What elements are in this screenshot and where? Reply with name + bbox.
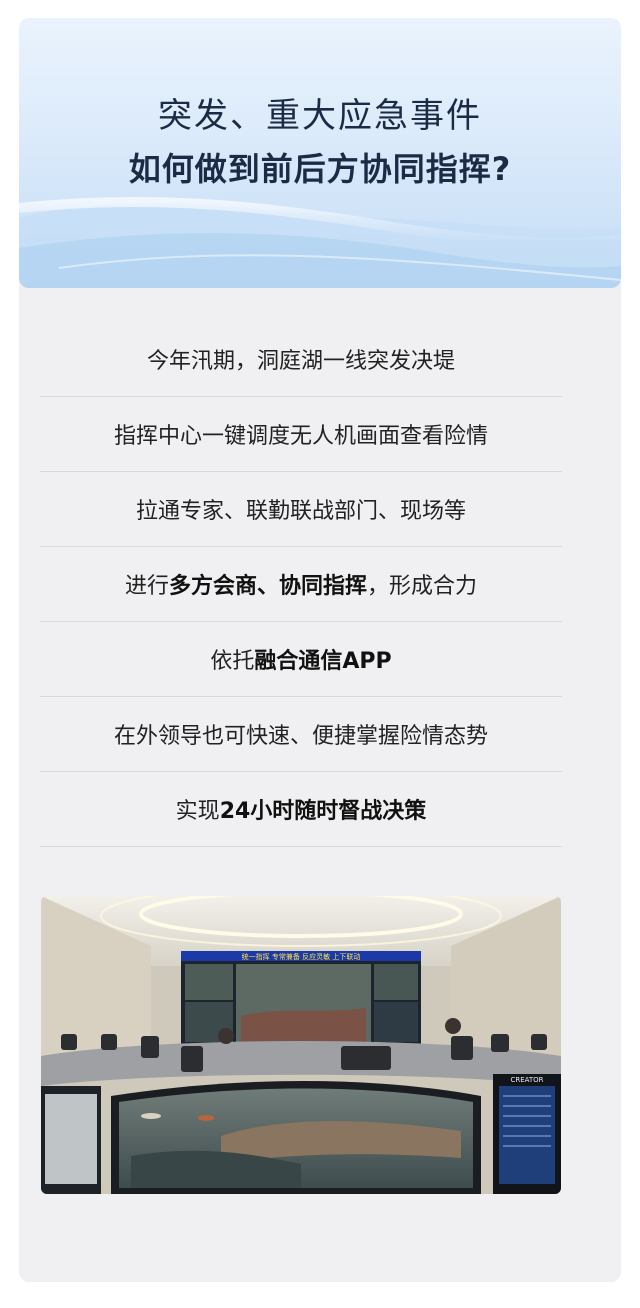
description-list: 今年汛期，洞庭湖一线突发决堤指挥中心一键调度无人机画面查看险情 拉通专家、联勤联战… [40,322,562,847]
header-title-line1: 突发、重大应急事件 [158,96,482,136]
list-item: 依托 融合通信APP [40,622,562,697]
list-item-emphasis: 24小时随时督战决策 [219,799,427,824]
list-item: 实现 24小时随时督战决策 [40,772,562,847]
list-item-emphasis: 融合通信APP [254,649,392,674]
list-item: 今年汛期，洞庭湖一线突发决堤 [40,322,562,397]
list-item-text: 今年汛期，洞庭湖一线突发决堤 [146,349,455,374]
list-item-text: ，形成合力 [367,574,478,599]
list-item-text: 进行 [124,574,169,599]
wall-banner-text: 统一指挥 专常兼备 反应灵敏 上下联动 [242,952,361,961]
list-item-text: 指挥中心一键调度无人机画面查看险情 [113,424,488,449]
header-title-line2: 如何做到前后方协同指挥? [128,150,512,188]
command-center-image: 统一指挥 专常兼备 反应灵敏 上下联动 CREATOR [41,896,561,1194]
list-item-emphasis: 多方会商、协同指挥 [168,574,367,599]
list-item: 拉通专家、联勤联战部门、现场等 [40,472,562,547]
monitor-brand-text: CREATOR [510,1076,543,1084]
list-item: 在外领导也可快速、便捷掌握险情态势 [40,697,562,772]
list-item: 进行 多方会商、协同指挥 ，形成合力 [40,547,562,622]
command-center-photo: 统一指挥 专常兼备 反应灵敏 上下联动 CREATOR [41,896,561,1194]
list-item-text: 实现 [175,799,220,824]
list-item-text: 在外领导也可快速、便捷掌握险情态势 [113,724,488,749]
list-item: 指挥中心一键调度无人机画面查看险情 [40,397,562,472]
list-item-text: 依托 [210,649,255,674]
header-banner: 突发、重大应急事件 如何做到前后方协同指挥? [19,18,621,288]
list-item-text: 拉通专家、联勤联战部门、现场等 [135,499,466,524]
